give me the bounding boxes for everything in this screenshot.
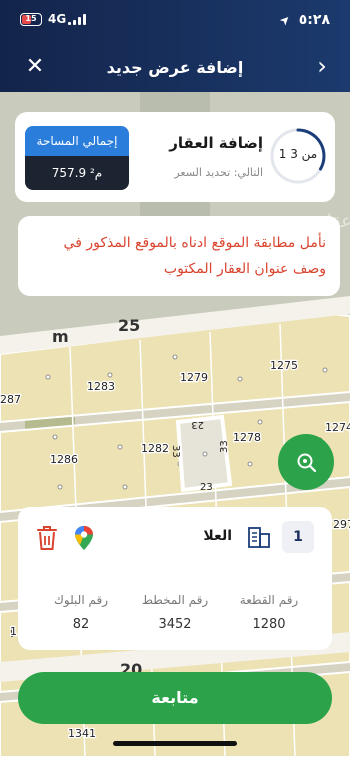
- total-area-box: إجمالي المساحة 757.9 م²: [25, 126, 129, 190]
- search-location-button[interactable]: [278, 434, 334, 490]
- field-label: رقم البلوك: [53, 593, 108, 607]
- chevron-right-icon[interactable]: ›: [312, 52, 332, 82]
- parcel-label: 297: [333, 518, 350, 531]
- field-label: رقم القطعة: [239, 593, 299, 607]
- parcel-label: 1: [10, 625, 17, 638]
- step-card: إجمالي المساحة 757.9 م² إضافة العقار الت…: [15, 112, 335, 202]
- step-progress-ring: 1 من 3: [269, 127, 327, 185]
- field-value: 3452: [158, 617, 192, 632]
- page-title: إضافة عرض جديد: [106, 58, 244, 77]
- parcel-label: 1278: [233, 431, 261, 444]
- search-location-icon: [297, 453, 317, 473]
- dimension-label: 23: [191, 419, 204, 430]
- status-bar: 15 4G ➤ ٥:٢٨: [0, 10, 350, 32]
- field-label: رقم المخطط: [141, 593, 209, 607]
- dimension-label: 23: [200, 482, 213, 493]
- notice-card: نأمل مطابقة الموقع ادناه بالموقع المذكور…: [18, 216, 340, 296]
- dimension-label: 33: [219, 440, 230, 453]
- next-step-label: التالي: تحديد السعر: [174, 166, 263, 179]
- step-indicator: 1 من 3: [278, 147, 318, 161]
- building-icon: [248, 527, 270, 548]
- step-title: إضافة العقار: [169, 134, 263, 152]
- parcel-label: 1282: [141, 442, 169, 455]
- google-maps-icon[interactable]: [74, 525, 94, 551]
- parcel-index-badge: 1: [282, 521, 314, 553]
- battery-icon: 15: [20, 13, 42, 26]
- notice-text: نأمل مطابقة الموقع ادناه بالموقع المذكور…: [63, 235, 326, 277]
- parcel-label: 1274: [325, 421, 350, 434]
- field-value: 82: [72, 617, 90, 632]
- street-label: 25: [118, 316, 140, 335]
- field-value: 1280: [252, 617, 286, 632]
- district-name: العلا: [203, 528, 232, 544]
- app-header: 15 4G ➤ ٥:٢٨ ✕ إضافة عرض جديد ›: [0, 0, 350, 92]
- parcel-label: 1341: [68, 727, 96, 740]
- parcel-label: 1275: [270, 359, 298, 372]
- parcel-label: 287: [0, 393, 21, 406]
- parcel-label: 1279: [180, 371, 208, 384]
- trash-icon[interactable]: [36, 525, 58, 551]
- street-label: m: [52, 327, 69, 346]
- parcel-card: 1 العلا رقم القطعة 1280 رقم المخطط 3452 …: [18, 507, 332, 650]
- dimension-label: 33: [170, 445, 181, 458]
- continue-button[interactable]: متابعة: [18, 672, 332, 724]
- parcel-label: 1283: [87, 380, 115, 393]
- nav-bar: ✕ إضافة عرض جديد ›: [0, 52, 350, 86]
- network-label: 4G: [48, 12, 67, 26]
- status-time: ٥:٢٨: [298, 12, 330, 28]
- parcel-label: 1286: [50, 453, 78, 466]
- signal-icon: [68, 14, 86, 25]
- area-value: 757.9 م²: [25, 156, 129, 190]
- block-number-field: رقم البلوك 82: [36, 593, 126, 632]
- home-indicator: [113, 741, 237, 746]
- area-label: إجمالي المساحة: [25, 126, 129, 156]
- parcel-number-field: رقم القطعة 1280: [224, 593, 314, 632]
- location-arrow-icon: ➤: [276, 11, 294, 29]
- plan-number-field: رقم المخطط 3452: [130, 593, 220, 632]
